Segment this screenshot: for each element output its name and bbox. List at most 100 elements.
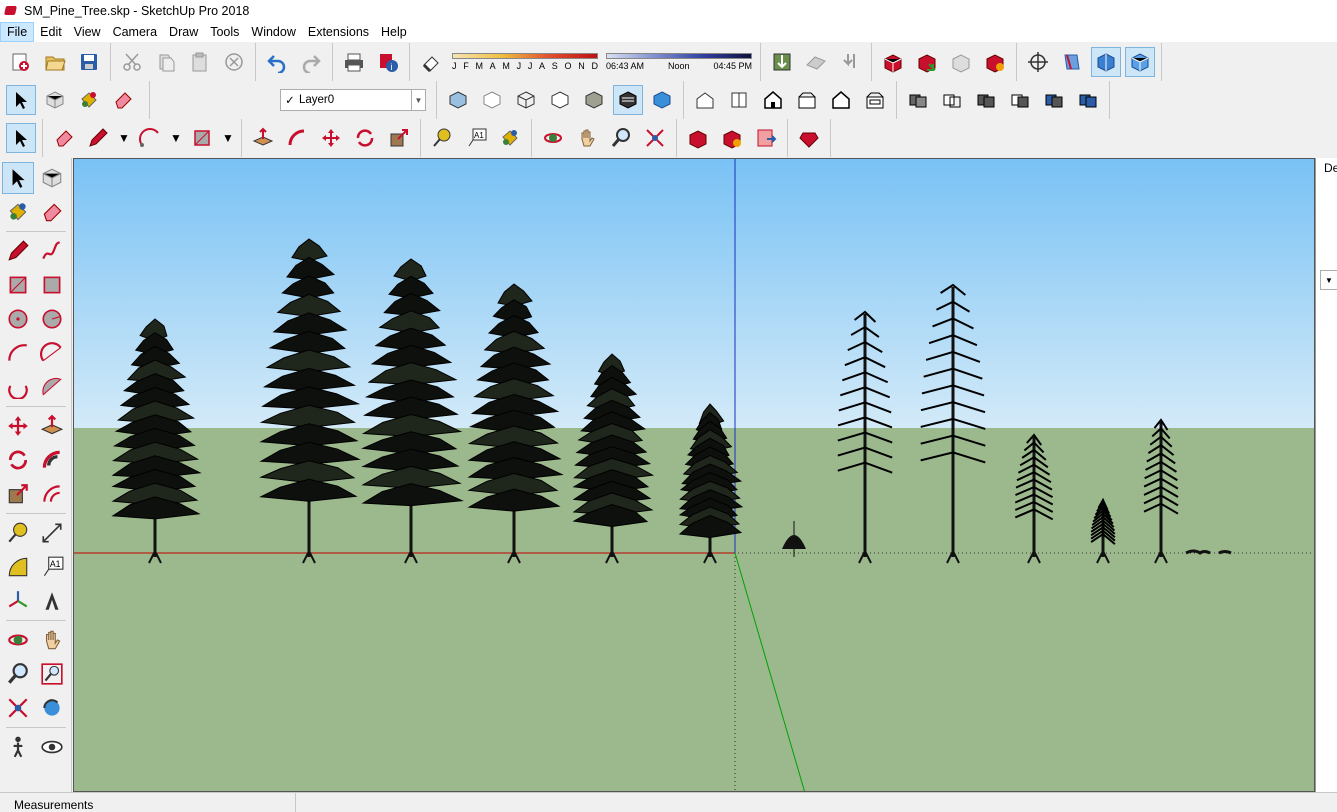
- pan-button[interactable]: [572, 123, 602, 153]
- eraser-button[interactable]: [108, 85, 138, 115]
- menu-edit[interactable]: Edit: [34, 22, 68, 42]
- print-button[interactable]: [339, 47, 369, 77]
- offset-tool[interactable]: [36, 478, 68, 510]
- make-component-tool[interactable]: [36, 162, 68, 194]
- model-info-button[interactable]: i: [373, 47, 403, 77]
- photo-textures-button[interactable]: [835, 47, 865, 77]
- back-view-button[interactable]: [826, 85, 856, 115]
- front-view-button[interactable]: [758, 85, 788, 115]
- position-camera-button[interactable]: [1023, 47, 1053, 77]
- send-to-layout-button[interactable]: [751, 123, 781, 153]
- get-models-button[interactable]: [683, 123, 713, 153]
- three-point-arc-tool[interactable]: [2, 371, 34, 403]
- menu-window[interactable]: Window: [245, 22, 301, 42]
- polygon-tool[interactable]: [36, 303, 68, 335]
- monochrome-button[interactable]: [647, 85, 677, 115]
- open-file-button[interactable]: [40, 47, 70, 77]
- rectangle-tool[interactable]: [2, 269, 34, 301]
- shadows-toggle-button[interactable]: [416, 47, 446, 77]
- arc-tool[interactable]: [2, 337, 34, 369]
- rectangle-dropdown[interactable]: ▼: [221, 123, 235, 153]
- toggle-terrain-button[interactable]: [801, 47, 831, 77]
- paste-button[interactable]: [185, 47, 215, 77]
- display-section-cuts-button[interactable]: [1125, 47, 1155, 77]
- tape-measure-button[interactable]: [427, 123, 457, 153]
- shadow-time-slider[interactable]: 06:43 AM Noon 04:45 PM: [606, 53, 752, 71]
- undo-button[interactable]: [262, 47, 292, 77]
- tray-dropdown[interactable]: ▼: [1320, 270, 1337, 290]
- select-tool[interactable]: [2, 162, 34, 194]
- text-tool[interactable]: A1: [36, 551, 68, 583]
- look-around-tool[interactable]: [36, 731, 68, 763]
- new-file-button[interactable]: [6, 47, 36, 77]
- paint-button[interactable]: [495, 123, 525, 153]
- split-solids-button[interactable]: [1073, 85, 1103, 115]
- share-model-button[interactable]: [912, 47, 942, 77]
- push-pull-button[interactable]: [248, 123, 278, 153]
- 3d-text-tool[interactable]: [36, 585, 68, 617]
- ruby-console-button[interactable]: [794, 123, 824, 153]
- subtract-solids-button[interactable]: [1005, 85, 1035, 115]
- layer-dropdown[interactable]: ✓ Layer0 ▼: [280, 89, 426, 111]
- zoom-window-tool[interactable]: [36, 658, 68, 690]
- rectangle-tool-button[interactable]: [187, 123, 217, 153]
- left-view-button[interactable]: [860, 85, 890, 115]
- menu-extensions[interactable]: Extensions: [302, 22, 375, 42]
- eraser-tool[interactable]: [36, 196, 68, 228]
- save-button[interactable]: [74, 47, 104, 77]
- freehand-tool[interactable]: [36, 235, 68, 267]
- line-tool[interactable]: [2, 235, 34, 267]
- arc-dropdown[interactable]: ▼: [169, 123, 183, 153]
- menu-camera[interactable]: Camera: [107, 22, 163, 42]
- scale-tool[interactable]: [2, 478, 34, 510]
- rotated-rectangle-tool[interactable]: [36, 269, 68, 301]
- zoom-tool[interactable]: [2, 658, 34, 690]
- menu-file[interactable]: File: [0, 22, 35, 42]
- circle-tool[interactable]: [2, 303, 34, 335]
- dimension-tool[interactable]: [36, 517, 68, 549]
- move-tool[interactable]: [2, 410, 34, 442]
- union-solids-button[interactable]: [971, 85, 1001, 115]
- move-button[interactable]: [316, 123, 346, 153]
- follow-me-button[interactable]: [282, 123, 312, 153]
- back-edges-button[interactable]: [477, 85, 507, 115]
- iso-view-button[interactable]: [690, 85, 720, 115]
- position-camera-tool[interactable]: [2, 731, 34, 763]
- redo-button[interactable]: [296, 47, 326, 77]
- paint-bucket-button[interactable]: [74, 85, 104, 115]
- text-tool-button[interactable]: A1: [461, 123, 491, 153]
- zoom-extents-tool[interactable]: [2, 692, 34, 724]
- shaded-textures-button[interactable]: [613, 85, 643, 115]
- select-button[interactable]: [6, 123, 36, 153]
- top-view-button[interactable]: [724, 85, 754, 115]
- rotate-button[interactable]: [350, 123, 380, 153]
- menu-view[interactable]: View: [68, 22, 107, 42]
- push-pull-tool[interactable]: [36, 410, 68, 442]
- right-view-button[interactable]: [792, 85, 822, 115]
- shaded-button[interactable]: [579, 85, 609, 115]
- hidden-line-button[interactable]: [545, 85, 575, 115]
- two-point-arc-tool[interactable]: [36, 337, 68, 369]
- erase-button[interactable]: [219, 47, 249, 77]
- share-component-button[interactable]: [946, 47, 976, 77]
- previous-view-tool[interactable]: [36, 692, 68, 724]
- pie-tool[interactable]: [36, 371, 68, 403]
- orbit-tool[interactable]: [2, 624, 34, 656]
- arc-tool-button[interactable]: [135, 123, 165, 153]
- add-location-button[interactable]: [767, 47, 797, 77]
- scale-button[interactable]: [384, 123, 414, 153]
- cut-button[interactable]: [117, 47, 147, 77]
- axes-tool[interactable]: [2, 585, 34, 617]
- drawing-viewport[interactable]: [73, 158, 1315, 792]
- menu-tools[interactable]: Tools: [204, 22, 245, 42]
- paint-bucket-tool[interactable]: [2, 196, 34, 228]
- eraser-button[interactable]: [49, 123, 79, 153]
- 3d-warehouse-button[interactable]: [878, 47, 908, 77]
- extension-warehouse-button[interactable]: [980, 47, 1010, 77]
- intersect-solids-button[interactable]: [937, 85, 967, 115]
- menu-help[interactable]: Help: [375, 22, 413, 42]
- menu-draw[interactable]: Draw: [163, 22, 204, 42]
- trim-solids-button[interactable]: [1039, 85, 1069, 115]
- follow-me-tool[interactable]: [36, 444, 68, 476]
- zoom-button[interactable]: [606, 123, 636, 153]
